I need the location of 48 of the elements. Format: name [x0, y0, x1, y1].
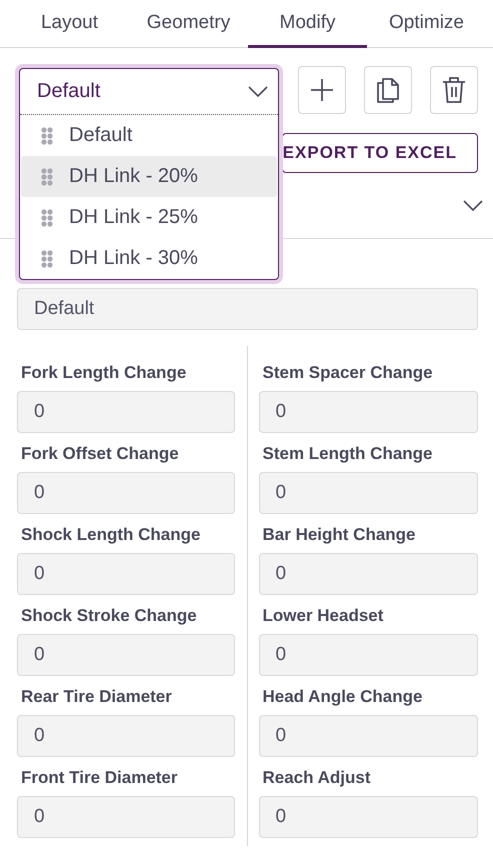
- drag-handle-icon[interactable]: [41, 168, 53, 186]
- drag-handle-icon[interactable]: [41, 126, 53, 144]
- field-label: Shock Length Change: [21, 525, 202, 545]
- option-label: Default: [69, 124, 132, 147]
- field-label: Shock Stroke Change: [21, 606, 198, 626]
- number-field[interactable]: 0: [17, 634, 234, 676]
- select-value: Default: [37, 80, 100, 103]
- name-field[interactable]: Default: [17, 288, 478, 330]
- tab[interactable]: Optimize: [367, 0, 486, 48]
- number-field[interactable]: 0: [258, 553, 478, 595]
- field-label: Front Tire Diameter: [21, 768, 179, 788]
- field-label: Stem Spacer Change: [262, 363, 434, 383]
- field-label: Bar Height Change: [262, 525, 417, 545]
- tab[interactable]: Geometry: [129, 0, 248, 48]
- option-label: DH Link - 30%: [69, 247, 198, 270]
- number-field[interactable]: 0: [258, 634, 478, 676]
- delete-button[interactable]: [430, 66, 478, 114]
- field-label: Stem Length Change: [262, 444, 434, 464]
- drag-handle-icon[interactable]: [41, 250, 53, 268]
- chevron-down-icon[interactable]: [463, 200, 483, 211]
- number-field[interactable]: 0: [17, 391, 234, 433]
- field-label: Rear Tire Diameter: [21, 687, 173, 707]
- number-field[interactable]: 0: [258, 796, 478, 838]
- dropdown-option[interactable]: DH Link - 20%: [21, 156, 277, 197]
- number-field[interactable]: 0: [17, 553, 234, 595]
- field-label: Lower Headset: [262, 606, 384, 626]
- trash-icon: [442, 76, 466, 104]
- number-field[interactable]: 0: [258, 391, 478, 433]
- tab[interactable]: Layout: [10, 0, 129, 48]
- option-label: DH Link - 20%: [69, 165, 198, 188]
- field-label: Reach Adjust: [262, 768, 372, 788]
- field-label: Head Angle Change: [262, 687, 424, 707]
- number-field[interactable]: 0: [17, 472, 234, 514]
- field-label: Fork Offset Change: [21, 444, 180, 464]
- option-label: DH Link - 25%: [69, 206, 198, 229]
- number-field[interactable]: 0: [17, 796, 234, 838]
- drag-handle-icon[interactable]: [41, 208, 53, 226]
- tab[interactable]: Modify: [248, 0, 367, 48]
- field-label: Fork Length Change: [21, 363, 188, 383]
- copy-button[interactable]: [364, 66, 412, 114]
- number-field[interactable]: 0: [258, 715, 478, 757]
- add-button[interactable]: [298, 66, 346, 114]
- number-field[interactable]: 0: [258, 472, 478, 514]
- plus-icon: [310, 78, 334, 102]
- chevron-down-icon[interactable]: [248, 86, 268, 97]
- export-button[interactable]: EXPORT TO EXCEL: [282, 133, 478, 173]
- copy-icon: [375, 75, 401, 105]
- number-field[interactable]: 0: [17, 715, 234, 757]
